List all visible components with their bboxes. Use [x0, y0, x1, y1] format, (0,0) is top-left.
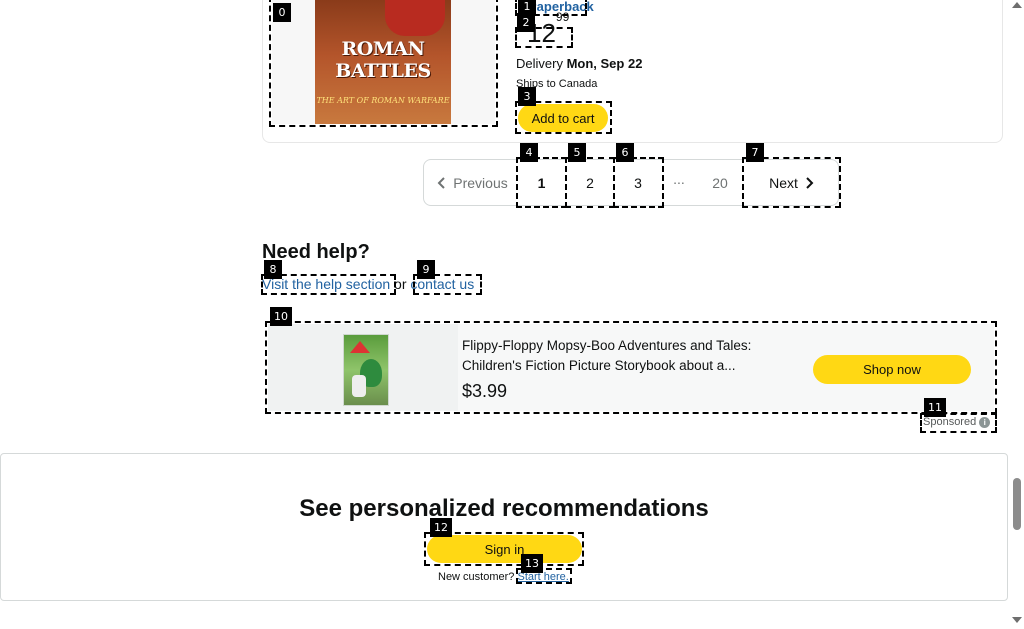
- marker-8: 8: [264, 260, 282, 279]
- new-customer-text: New customer? Start here.: [438, 571, 569, 583]
- marker-11: 11: [924, 398, 946, 417]
- add-to-cart-button[interactable]: Add to cart: [518, 104, 608, 132]
- marker-2: 2: [517, 13, 535, 32]
- previous-label: Previous: [453, 174, 508, 191]
- page-20-label: 20: [712, 174, 728, 191]
- chevron-left-icon: [437, 176, 445, 189]
- shop-now-button[interactable]: Shop now: [813, 355, 971, 384]
- vertical-scrollbar[interactable]: [1010, 0, 1024, 629]
- pagination-ellipsis: ...: [673, 170, 685, 187]
- cover-title-line2: BATTLES: [335, 60, 431, 82]
- scrollbar-thumb[interactable]: [1013, 478, 1021, 530]
- next-page-button[interactable]: Next: [745, 159, 838, 206]
- marker-9: 9: [417, 260, 435, 279]
- next-label: Next: [769, 174, 798, 191]
- delivery-prefix: Delivery: [516, 56, 567, 71]
- new-customer-label: New customer?: [438, 571, 518, 583]
- marker-5: 5: [568, 143, 586, 162]
- help-links: Visit the help section or contact us: [262, 276, 474, 292]
- delivery-info: Delivery Mon, Sep 22: [516, 56, 642, 71]
- info-icon: i: [979, 416, 991, 428]
- delivery-date: Mon, Sep 22: [566, 56, 643, 71]
- recommendations-heading: See personalized recommendations: [299, 495, 709, 522]
- page-3-button[interactable]: 3: [615, 159, 661, 206]
- shield-graphic: [385, 0, 445, 36]
- house-roof-graphic: [350, 341, 370, 353]
- ad-title[interactable]: Flippy-Floppy Mopsy-Boo Adventures and T…: [462, 336, 782, 376]
- ad-book-image[interactable]: [343, 334, 389, 406]
- sponsored-text: Sponsored: [923, 416, 977, 428]
- product-image[interactable]: ROMAN BATTLES THE ART OF ROMAN WARFARE: [315, 0, 451, 124]
- marker-13: 13: [521, 554, 543, 573]
- sign-in-button[interactable]: Sign in: [427, 535, 582, 563]
- marker-10: 10: [270, 307, 292, 326]
- marker-7: 7: [746, 143, 764, 162]
- marker-3: 3: [518, 87, 536, 106]
- marker-0: 0: [273, 3, 291, 22]
- page-1-button[interactable]: 1: [518, 159, 565, 206]
- sponsored-label[interactable]: Sponsored i: [923, 416, 991, 428]
- help-or-text: or: [390, 276, 411, 292]
- previous-page-button: Previous: [430, 159, 515, 206]
- scroll-down-arrow-icon[interactable]: [1012, 617, 1022, 623]
- chevron-right-icon: [806, 176, 814, 189]
- ad-price: $3.99: [462, 381, 508, 401]
- marker-6: 6: [616, 143, 634, 162]
- marker-4: 4: [520, 143, 538, 162]
- cover-title-line1: ROMAN: [341, 38, 425, 60]
- page-2-button[interactable]: 2: [567, 159, 613, 206]
- scroll-up-arrow-icon[interactable]: [1012, 2, 1022, 8]
- child-graphic: [352, 375, 366, 397]
- price-fraction: 99: [555, 10, 570, 25]
- marker-12: 12: [430, 518, 452, 537]
- cover-subtitle: THE ART OF ROMAN WARFARE: [316, 96, 450, 105]
